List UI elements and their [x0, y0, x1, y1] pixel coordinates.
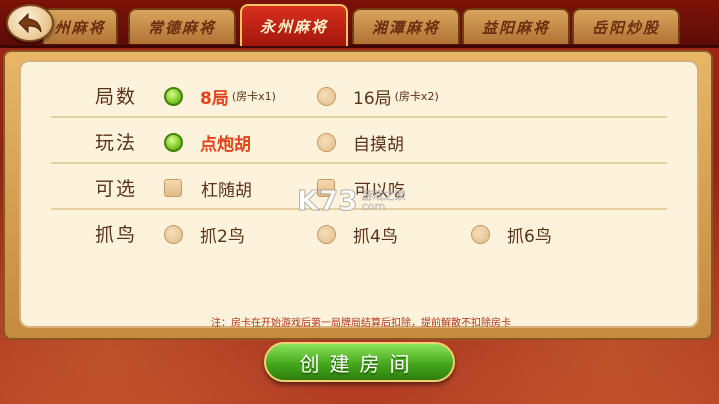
row-label: 局数: [95, 86, 138, 108]
tab-label: 常德麻将: [147, 18, 216, 37]
tab-1[interactable]: 常德麻将: [128, 8, 236, 44]
tab-4[interactable]: 益阳麻将: [462, 8, 570, 44]
checkbox[interactable]: [164, 179, 182, 197]
option-label: 8局: [200, 88, 229, 109]
option-label: 自摸胡: [353, 134, 404, 155]
rounds-row: 局数 8局 (房卡x1) 16局 (房卡x2): [21, 72, 697, 118]
option-label: 点炮胡: [200, 134, 251, 155]
back-arrow-icon: [18, 12, 42, 34]
row-label: 抓鸟: [95, 224, 138, 246]
birds-option-6[interactable]: 抓6鸟: [471, 221, 552, 247]
tab-3[interactable]: 湘潭麻将: [352, 8, 460, 44]
optional-gangsuihu[interactable]: 杠随胡: [164, 175, 252, 201]
radio-unselected[interactable]: [164, 224, 183, 244]
row-label: 玩法: [95, 132, 138, 154]
watermark-brand: K73: [297, 184, 359, 218]
tab-label: 岳阳炒股: [591, 18, 660, 37]
room-card-note: 注：房卡在开始游戏后第一局牌局结算后扣除，提前解散不扣除房卡: [211, 318, 511, 329]
radio-unselected[interactable]: [317, 132, 336, 152]
radio-selected[interactable]: [164, 86, 183, 106]
watermark-caption: 游戏之家 com: [361, 189, 406, 213]
tab-label: 州麻将: [54, 18, 106, 37]
watermark-logo: K73 游戏之家 com: [297, 184, 406, 218]
play-row: 玩法 点炮胡 自摸胡: [21, 118, 697, 164]
option-label: 抓6鸟: [507, 226, 552, 247]
play-option-zimo[interactable]: 自摸胡: [317, 129, 404, 155]
row-label: 可选: [95, 178, 138, 200]
mode-tab-bar: 州麻将 常德麻将 永州麻将 湘潭麻将 益阳麻将 岳阳炒股: [0, 0, 719, 48]
rounds-option-8[interactable]: 8局 (房卡x1): [164, 83, 276, 109]
birds-option-2[interactable]: 抓2鸟: [164, 221, 245, 247]
radio-unselected[interactable]: [317, 224, 336, 244]
tab-2[interactable]: 永州麻将: [240, 4, 348, 46]
option-label: 杠随胡: [201, 180, 252, 201]
play-option-dianpao[interactable]: 点炮胡: [164, 129, 251, 155]
tab-label: 湘潭麻将: [371, 18, 440, 37]
birds-option-4[interactable]: 抓4鸟: [317, 221, 398, 247]
radio-selected[interactable]: [164, 132, 183, 152]
option-label: 抓2鸟: [200, 226, 245, 247]
radio-unselected[interactable]: [317, 86, 336, 106]
back-button[interactable]: [6, 4, 54, 42]
radio-unselected[interactable]: [471, 224, 490, 244]
option-label: 16局: [353, 88, 392, 109]
rounds-option-16[interactable]: 16局 (房卡x2): [317, 83, 439, 109]
option-sublabel: (房卡x1): [231, 90, 276, 103]
create-room-button[interactable]: 创建房间: [264, 342, 455, 382]
tab-label: 益阳麻将: [481, 18, 550, 37]
option-sublabel: (房卡x2): [394, 90, 439, 103]
watermark-line2: com: [361, 199, 386, 213]
tab-5[interactable]: 岳阳炒股: [572, 8, 680, 44]
tab-label: 永州麻将: [259, 17, 328, 36]
option-label: 抓4鸟: [353, 226, 398, 247]
